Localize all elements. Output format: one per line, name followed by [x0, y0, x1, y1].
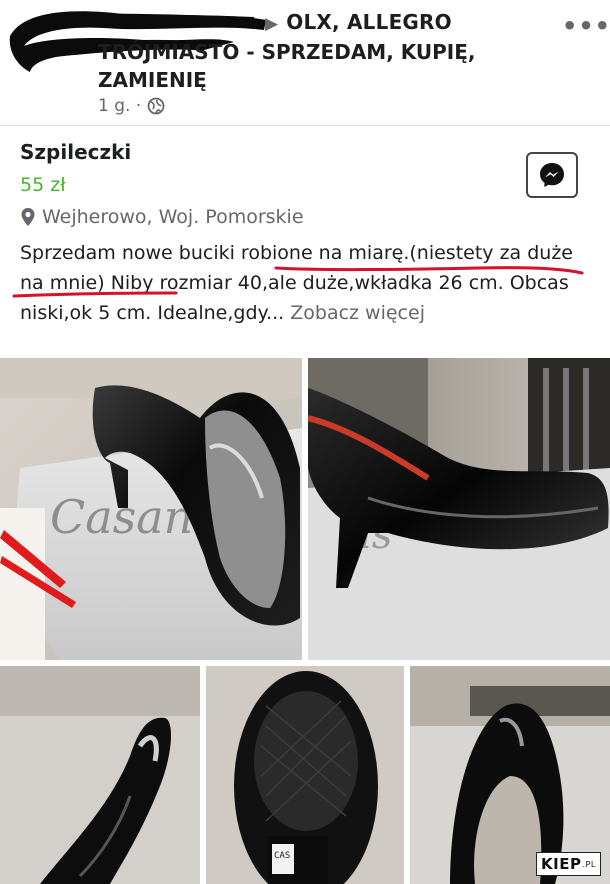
photo-3[interactable]	[0, 666, 200, 884]
photo-4[interactable]: CAS	[206, 666, 404, 884]
see-more-link[interactable]: Zobacz więcej	[290, 302, 425, 324]
photo-gallery: Casan as CAS	[0, 358, 610, 884]
sole-label-text: CAS	[274, 851, 290, 861]
shoe-on-box-photo: Casan	[0, 358, 302, 660]
post-time[interactable]: 1 g. ·	[98, 96, 141, 116]
divider	[0, 125, 610, 126]
caret-right-icon: ▶	[265, 14, 279, 34]
listing-price: 55 zł	[20, 174, 66, 196]
group-name-line1: OLX, ALLEGRO	[286, 10, 452, 34]
post-header: ▶ OLX, ALLEGRO TRÓJMIASTO - SPRZEDAM, KUP…	[0, 0, 610, 125]
listing-description: Sprzedam nowe buciki robione na miarę.(n…	[20, 238, 600, 328]
group-breadcrumb[interactable]: ▶ OLX, ALLEGRO	[265, 10, 452, 34]
watermark-suffix: .PL	[582, 859, 596, 869]
listing-location: Wejherowo, Woj. Pomorskie	[20, 206, 304, 228]
location-text: Wejherowo, Woj. Pomorskie	[42, 206, 304, 228]
shoe-sole-photo: CAS	[206, 666, 404, 884]
more-options-icon[interactable]: •••	[562, 12, 610, 40]
photo-2[interactable]: as	[308, 358, 610, 660]
location-pin-icon	[21, 208, 35, 226]
watermark-main: KIEP	[541, 855, 582, 873]
post-meta: 1 g. ·	[98, 96, 165, 116]
listing-title: Szpileczki	[20, 140, 132, 164]
messenger-icon	[540, 163, 564, 187]
group-name[interactable]: TRÓJMIASTO - SPRZEDAM, KUPIĘ, ZAMIENIĘ	[98, 38, 518, 94]
shoe-heel-photo	[0, 666, 200, 884]
shoe-side-photo: as	[308, 358, 610, 660]
photo-1[interactable]: Casan	[0, 358, 302, 660]
messenger-button[interactable]	[526, 152, 578, 198]
site-watermark: KIEP .PL	[536, 852, 601, 876]
globe-icon	[147, 97, 165, 115]
